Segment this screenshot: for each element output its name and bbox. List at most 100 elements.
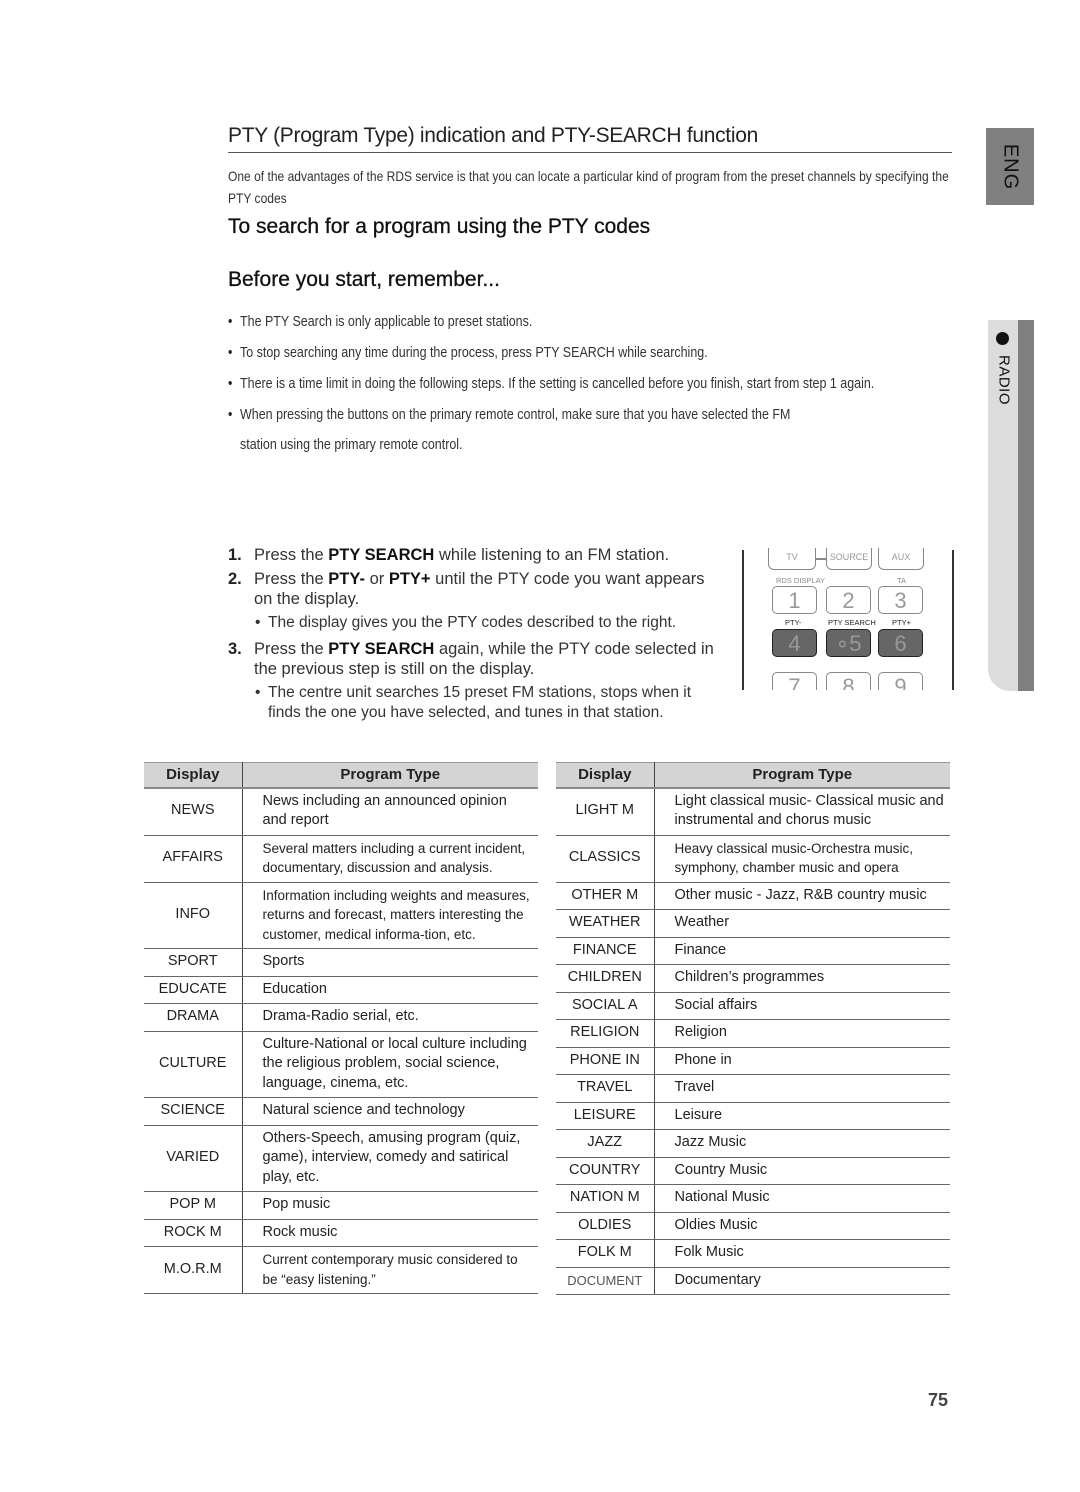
- program-type-cell: Finance: [654, 937, 950, 965]
- table-row: OTHER M Other music - Jazz, R&B country m…: [556, 882, 950, 910]
- column-header-display: Display: [556, 762, 655, 789]
- remote-label-rds-display: RDS DISPLAY: [776, 576, 826, 585]
- table-row: AFFAIRS Several matters including a curre…: [144, 835, 538, 883]
- step-number: 3.: [228, 640, 242, 658]
- program-type-cell: Leisure: [654, 1102, 950, 1130]
- step-keyword: PTY-: [328, 570, 365, 588]
- program-type-cell: Drama-Radio serial, etc.: [242, 1003, 538, 1032]
- table-row: SCIENCE Natural science and technology: [144, 1097, 538, 1126]
- remote-tv-button: TV: [768, 548, 816, 570]
- reminder-item: When pressing the buttons on the primary…: [228, 405, 959, 455]
- chapter-tab-dark: [1018, 320, 1034, 691]
- column-header-program-type: Program Type: [654, 762, 950, 789]
- remote-edge-right: [952, 550, 954, 690]
- remote-key-4: 4: [772, 629, 817, 657]
- program-type-cell: Travel: [654, 1074, 950, 1103]
- remote-label-pty-minus: PTY-: [785, 618, 802, 627]
- program-type-cell: Children’s programmes: [654, 964, 950, 993]
- table-row: M.O.R.M Current contemporary music consid…: [144, 1246, 538, 1294]
- remote-key-9: 9: [878, 672, 923, 690]
- step-text: Press the: [254, 640, 329, 658]
- pty-code-cell: OTHER M: [556, 882, 655, 910]
- step-3-note: The centre unit searches 15 preset FM st…: [228, 683, 718, 723]
- step-2: 2. Press the PTY- or PTY+ until the PTY …: [228, 569, 718, 609]
- table-row: RELIGION Religion: [556, 1019, 950, 1048]
- column-header-program-type: Program Type: [242, 762, 538, 789]
- reminder-text: When pressing the buttons on the primary…: [240, 407, 791, 423]
- step-3: 3. Press the PTY SEARCH again, while the…: [228, 639, 718, 679]
- table-row: POP M Pop music: [144, 1191, 538, 1220]
- table-row: COUNTRY Country Music: [556, 1157, 950, 1185]
- table-row: FOLK M Folk Music: [556, 1239, 950, 1268]
- program-type-cell: Current contemporary music considered to…: [242, 1246, 538, 1294]
- pty-code-cell: JAZZ: [556, 1129, 655, 1158]
- remote-edge-left: [742, 550, 744, 690]
- remote-key-5: ∘5: [826, 629, 871, 657]
- remote-label-pty-search: PTY SEARCH: [828, 618, 876, 627]
- pty-code-cell: OLDIES: [556, 1212, 655, 1240]
- program-type-cell: Others-Speech, amusing program (quiz, ga…: [242, 1125, 538, 1192]
- step-keyword: PTY SEARCH: [328, 640, 435, 658]
- pty-code-cell: SOCIAL A: [556, 992, 655, 1020]
- pty-code-cell: COUNTRY: [556, 1157, 655, 1185]
- pty-code-cell: ROCK M: [144, 1219, 243, 1247]
- program-type-cell: Weather: [654, 909, 950, 938]
- pty-code-cell: NEWS: [144, 787, 243, 836]
- table-row: OLDIES Oldies Music: [556, 1212, 950, 1240]
- program-type-cell: Phone in: [654, 1047, 950, 1075]
- pty-code-cell: SCIENCE: [144, 1097, 243, 1126]
- table-row: FINANCE Finance: [556, 937, 950, 965]
- table-row: CLASSICS Heavy classical music-Orchestra …: [556, 835, 950, 883]
- table-row: WEATHER Weather: [556, 909, 950, 938]
- table-row: NEWS News including an announced opinion …: [144, 787, 538, 836]
- pty-code-cell: AFFAIRS: [144, 835, 243, 883]
- table-row: SPORT Sports: [144, 948, 538, 977]
- table-header-row: Display Program Type: [556, 762, 950, 789]
- table-row: CULTURE Culture-National or local culture…: [144, 1031, 538, 1098]
- pty-table-left: Display Program Type NEWS News including …: [144, 762, 538, 1294]
- pty-table-right: Display Program Type LIGHT M Light classi…: [556, 762, 950, 1295]
- pty-code-cell: INFO: [144, 882, 243, 949]
- reminder-item: The PTY Search is only applicable to pre…: [228, 312, 959, 332]
- program-type-cell: Religion: [654, 1019, 950, 1048]
- remote-source-button: SOURCE: [826, 548, 872, 570]
- table-row: JAZZ Jazz Music: [556, 1129, 950, 1158]
- table-row: SOCIAL A Social affairs: [556, 992, 950, 1020]
- program-type-cell: Oldies Music: [654, 1212, 950, 1240]
- step-keyword: PTY+: [388, 570, 431, 588]
- step-text: or: [364, 570, 389, 588]
- program-type-cell: Rock music: [242, 1219, 538, 1247]
- pty-code-cell: DRAMA: [144, 1003, 243, 1032]
- remote-key-2: 2: [826, 586, 871, 614]
- pty-code-cell: CULTURE: [144, 1031, 243, 1098]
- column-header-display: Display: [144, 762, 243, 789]
- program-type-cell: Natural science and technology: [242, 1097, 538, 1126]
- table-row: INFO Information including weights and me…: [144, 882, 538, 949]
- step-2-note: The display gives you the PTY codes desc…: [228, 613, 718, 633]
- pty-code-cell: NATION M: [556, 1184, 655, 1213]
- program-type-cell: Information including weights and measur…: [242, 882, 538, 949]
- step-number: 2.: [228, 570, 242, 588]
- reminder-item: There is a time limit in doing the follo…: [228, 374, 959, 394]
- program-type-cell: Several matters including a current inci…: [242, 835, 538, 883]
- program-type-cell: Country Music: [654, 1157, 950, 1185]
- pty-code-cell: FINANCE: [556, 937, 655, 965]
- table-row: CHILDREN Children’s programmes: [556, 964, 950, 993]
- table-row: LEISURE Leisure: [556, 1102, 950, 1130]
- program-type-cell: Education: [242, 976, 538, 1004]
- language-tab: ENG: [986, 128, 1034, 205]
- step-1: 1. Press the PTY SEARCH while listening …: [228, 545, 718, 565]
- program-type-cell: Other music - Jazz, R&B country music: [654, 882, 950, 910]
- table-row: LIGHT M Light classical music- Classical …: [556, 787, 950, 836]
- chapter-tab: RADIO: [988, 320, 1034, 691]
- language-tab-label: ENG: [999, 143, 1022, 190]
- step-text: while listening to an FM station.: [434, 546, 670, 564]
- heading-before-start: Before you start, remember...: [228, 268, 500, 291]
- pty-code-cell: SPORT: [144, 948, 243, 977]
- remote-control-illustration: TV SOURCE AUX RDS DISPLAY TA 1 2 3 PTY- …: [742, 548, 954, 690]
- pty-code-cell: M.O.R.M: [144, 1246, 243, 1294]
- table-row: EDUCATE Education: [144, 976, 538, 1004]
- remote-key-6: 6: [878, 629, 923, 657]
- remote-aux-button: AUX: [878, 548, 924, 570]
- remote-key-3: 3: [878, 586, 923, 614]
